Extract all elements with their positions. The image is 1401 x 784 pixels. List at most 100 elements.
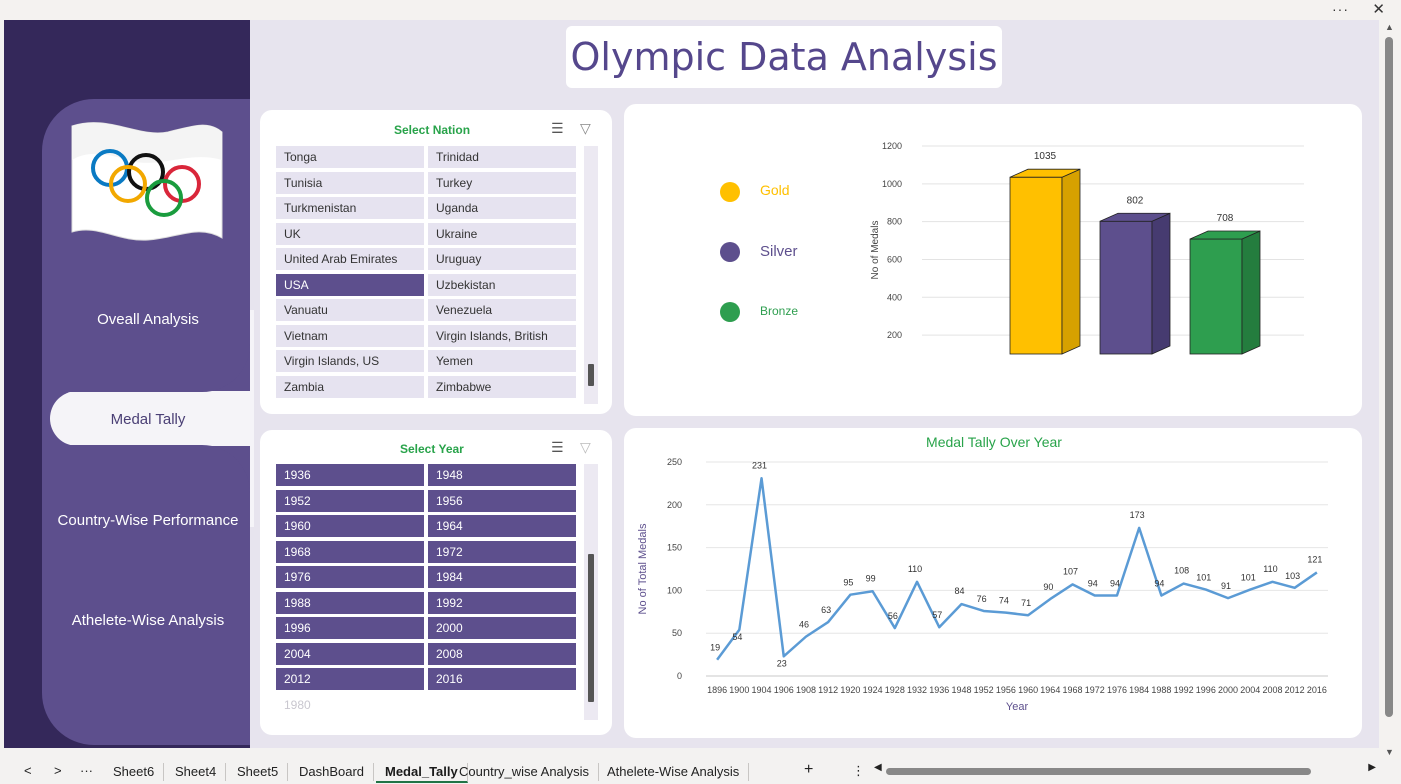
sheet-tab[interactable]: Athelete-Wise Analysis <box>598 763 750 781</box>
slicer-item[interactable]: Trinidad <box>428 146 576 168</box>
x-tick-label: 1964 <box>1040 685 1060 695</box>
slicer-item[interactable]: 1968 <box>276 540 424 563</box>
slicer-item[interactable]: Turkey <box>428 171 576 194</box>
slicer-item[interactable]: 1980 <box>276 694 424 716</box>
slicer-item[interactable]: 1948 <box>428 464 576 486</box>
slicer-item[interactable]: 1992 <box>428 591 576 614</box>
point-data-label: 231 <box>752 460 767 470</box>
nav-country-wise-performance[interactable]: Country-Wise Performance <box>42 512 254 529</box>
next-sheet-button[interactable]: > <box>54 763 62 778</box>
clear-filter-icon[interactable]: ▽ <box>580 120 591 137</box>
clear-filter-icon[interactable]: ▽ <box>580 439 591 456</box>
multi-select-icon[interactable]: ☰ <box>551 120 564 137</box>
slicer-item[interactable]: Virgin Islands, US <box>276 350 424 372</box>
slicer-item[interactable]: Yemen <box>428 350 576 372</box>
dashboard-title-box: Olympic Data Analysis <box>566 26 1002 88</box>
slicer-item[interactable]: 1960 <box>276 515 424 537</box>
sheet-tab[interactable]: Sheet6 <box>104 763 165 781</box>
slicer-item[interactable]: 2000 <box>428 617 576 639</box>
silver-legend-marker <box>720 242 740 262</box>
y-tick-label: 600 <box>887 254 902 264</box>
point-data-label: 84 <box>954 586 964 596</box>
slicer-item[interactable]: Zambia <box>276 375 424 398</box>
slicer-item[interactable]: 1984 <box>428 566 576 588</box>
slicer-item[interactable]: Tonga <box>276 146 424 168</box>
x-tick-label: 2016 <box>1307 685 1327 695</box>
y-tick-label: 200 <box>667 500 682 510</box>
point-data-label: 103 <box>1285 571 1300 581</box>
slicer-item[interactable]: Tunisia <box>276 171 424 194</box>
bar-data-label: 1035 <box>1034 151 1057 162</box>
point-data-label: 95 <box>843 578 853 588</box>
point-data-label: 57 <box>932 610 942 620</box>
slicer-item[interactable]: 2016 <box>428 668 576 690</box>
sheet-tab[interactable]: Country_wise Analysis <box>450 763 600 781</box>
more-options-button[interactable]: ··· <box>1332 1 1349 17</box>
medal-line-chart-card: Medal Tally Over Year 0 50 100 150 200 250 1896… <box>624 428 1362 738</box>
x-tick-label: 1956 <box>996 685 1016 695</box>
slicer-item[interactable]: 2012 <box>276 668 424 690</box>
prev-sheet-button[interactable]: < <box>24 763 32 778</box>
slicer-item[interactable]: Vanuatu <box>276 299 424 321</box>
slicer-item[interactable]: Venezuela <box>428 299 576 321</box>
sheet-tab[interactable]: Sheet5 <box>228 763 289 781</box>
x-tick-label: 2008 <box>1262 685 1282 695</box>
window-topbar: ··· ✕ <box>0 0 1401 20</box>
y-tick-label: 400 <box>887 292 902 302</box>
y-axis-label: No of Medals <box>870 221 881 280</box>
sheet-tab[interactable]: Sheet4 <box>166 763 227 781</box>
y-tick-label: 250 <box>667 457 682 467</box>
slicer-item[interactable]: Uzbekistan <box>428 273 576 296</box>
point-data-label: 101 <box>1196 573 1211 583</box>
slicer-item[interactable]: Turkmenistan <box>276 197 424 219</box>
slicer-item[interactable]: Virgin Islands, British <box>428 324 576 347</box>
slicer-item[interactable]: 1972 <box>428 540 576 563</box>
close-button[interactable]: ✕ <box>1372 0 1385 18</box>
dashboard-canvas: Oveall Analysis Medal Tally Country-Wise… <box>4 20 1379 748</box>
slicer-item[interactable]: 1996 <box>276 617 424 639</box>
sheet-tab[interactable]: DashBoard <box>290 763 375 781</box>
bar-data-label: 802 <box>1127 195 1144 206</box>
bar <box>1099 212 1171 355</box>
y-tick-label: 0 <box>677 671 682 681</box>
point-data-label: 94 <box>1154 579 1164 589</box>
add-sheet-button[interactable]: + <box>804 761 813 779</box>
slicer-item[interactable]: United Arab Emirates <box>276 248 424 270</box>
slicer-item[interactable]: 1988 <box>276 591 424 614</box>
medal-line-chart: Medal Tally Over Year 0 50 100 150 200 250 1896… <box>637 434 1328 713</box>
x-tick-label: 1896 <box>707 685 727 695</box>
tab-menu-button[interactable]: ⋮ <box>852 763 865 779</box>
more-sheets-button[interactable]: ··· <box>80 763 93 778</box>
x-tick-label: 2000 <box>1218 685 1238 695</box>
nation-slicer-scrollbar[interactable] <box>584 146 598 404</box>
gold-legend-label: Gold <box>760 182 790 198</box>
slicer-item[interactable]: 1964 <box>428 515 576 537</box>
slicer-item[interactable]: 1956 <box>428 489 576 512</box>
year-slicer-scrollbar[interactable] <box>584 464 598 720</box>
nav-overall-analysis[interactable]: Oveall Analysis <box>42 311 254 328</box>
slicer-item[interactable]: Uganda <box>428 197 576 219</box>
vertical-scrollbar[interactable]: ▲ ▼ <box>1380 20 1401 759</box>
slicer-item[interactable]: 2004 <box>276 642 424 665</box>
slicer-item[interactable]: USA <box>276 273 424 296</box>
nav-medal-tally[interactable]: Medal Tally <box>42 411 254 428</box>
slicer-item[interactable]: 2008 <box>428 642 576 665</box>
slicer-item[interactable]: 1976 <box>276 566 424 588</box>
slicer-item[interactable]: 1936 <box>276 464 424 486</box>
horizontal-scrollbar[interactable]: ◀ ▶ <box>872 762 1378 777</box>
slicer-item[interactable]: Vietnam <box>276 324 424 347</box>
y-axis-label: No of Total Medals <box>637 523 649 614</box>
slicer-item[interactable]: 1952 <box>276 489 424 512</box>
slicer-item[interactable]: Uruguay <box>428 248 576 270</box>
x-tick-label: 1960 <box>1018 685 1038 695</box>
x-tick-label: 1924 <box>863 685 883 695</box>
slicer-item[interactable]: UK <box>276 222 424 245</box>
slicer-item[interactable]: Zimbabwe <box>428 375 576 398</box>
multi-select-icon[interactable]: ☰ <box>551 439 564 456</box>
bronze-legend-marker <box>720 302 740 322</box>
x-tick-label: 1968 <box>1063 685 1083 695</box>
nation-slicer: Select Nation ☰ ▽ Tonga Trinidad Tunisia Tu… <box>260 110 612 414</box>
slicer-item[interactable]: Ukraine <box>428 222 576 245</box>
nav-athlete-wise-analysis[interactable]: Athelete-Wise Analysis <box>42 612 254 629</box>
x-tick-label: 1936 <box>929 685 949 695</box>
